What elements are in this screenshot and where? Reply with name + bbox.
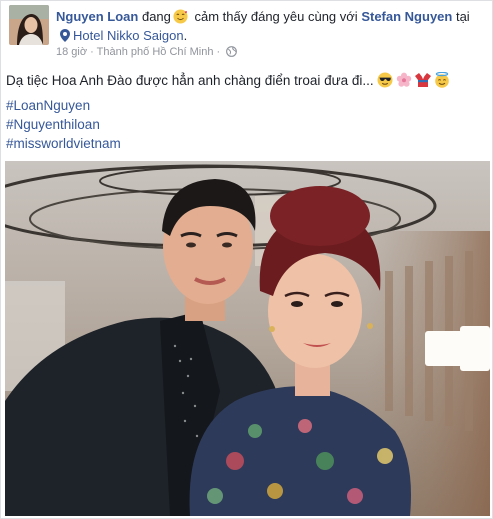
- place-link[interactable]: Hotel Nikko Saigon: [73, 28, 184, 43]
- smiling-hearts-emoji-icon: [173, 9, 188, 24]
- place-suffix: .: [183, 28, 188, 43]
- halo-emoji-icon: [434, 71, 450, 88]
- hashtag-link[interactable]: #missworldvietnam: [6, 134, 121, 153]
- post-timestamp[interactable]: 18 giờ: [56, 46, 87, 58]
- post-headline: Nguyen Loan đang cảm thấy đáng yêu cùng …: [56, 7, 486, 45]
- feeling-prefix: đang: [141, 9, 171, 24]
- author-name[interactable]: Nguyen Loan: [56, 9, 138, 24]
- hashtag-link[interactable]: #LoanNguyen: [6, 96, 121, 115]
- hashtag-link[interactable]: #Nguyenthiloan: [6, 115, 121, 134]
- post-meta: 18 giờ · Thành phố Hồ Chí Minh ·: [56, 45, 238, 59]
- location-pin-icon: [60, 28, 70, 42]
- post-card: Nguyen Loan đang cảm thấy đáng yêu cùng …: [0, 0, 493, 519]
- post-header: Nguyen Loan đang cảm thấy đáng yêu cùng …: [9, 5, 489, 61]
- meta-separator-1: ·: [90, 46, 94, 58]
- feeling-text: cảm thấy đáng yêu cùng với: [194, 9, 358, 24]
- status-text: Dạ tiệc Hoa Anh Đào được hẳn anh chàng đ…: [6, 73, 374, 88]
- kimono-emoji-icon: [414, 72, 431, 88]
- at-word: tại: [455, 9, 470, 24]
- post-location[interactable]: Thành phố Hồ Chí Minh: [97, 46, 214, 58]
- tagged-friend[interactable]: Stefan Nguyen: [361, 9, 452, 24]
- post-photo[interactable]: [5, 161, 490, 516]
- meta-separator-2: ·: [216, 46, 221, 58]
- globe-icon[interactable]: [226, 46, 238, 57]
- status-text-line: Dạ tiệc Hoa Anh Đào được hẳn anh chàng đ…: [6, 71, 486, 90]
- sunglasses-emoji-icon: [377, 72, 393, 88]
- author-avatar[interactable]: [9, 5, 49, 45]
- cherry-blossom-emoji-icon: [396, 72, 412, 88]
- hashtag-list: #LoanNguyen #Nguyenthiloan #missworldvie…: [6, 96, 121, 153]
